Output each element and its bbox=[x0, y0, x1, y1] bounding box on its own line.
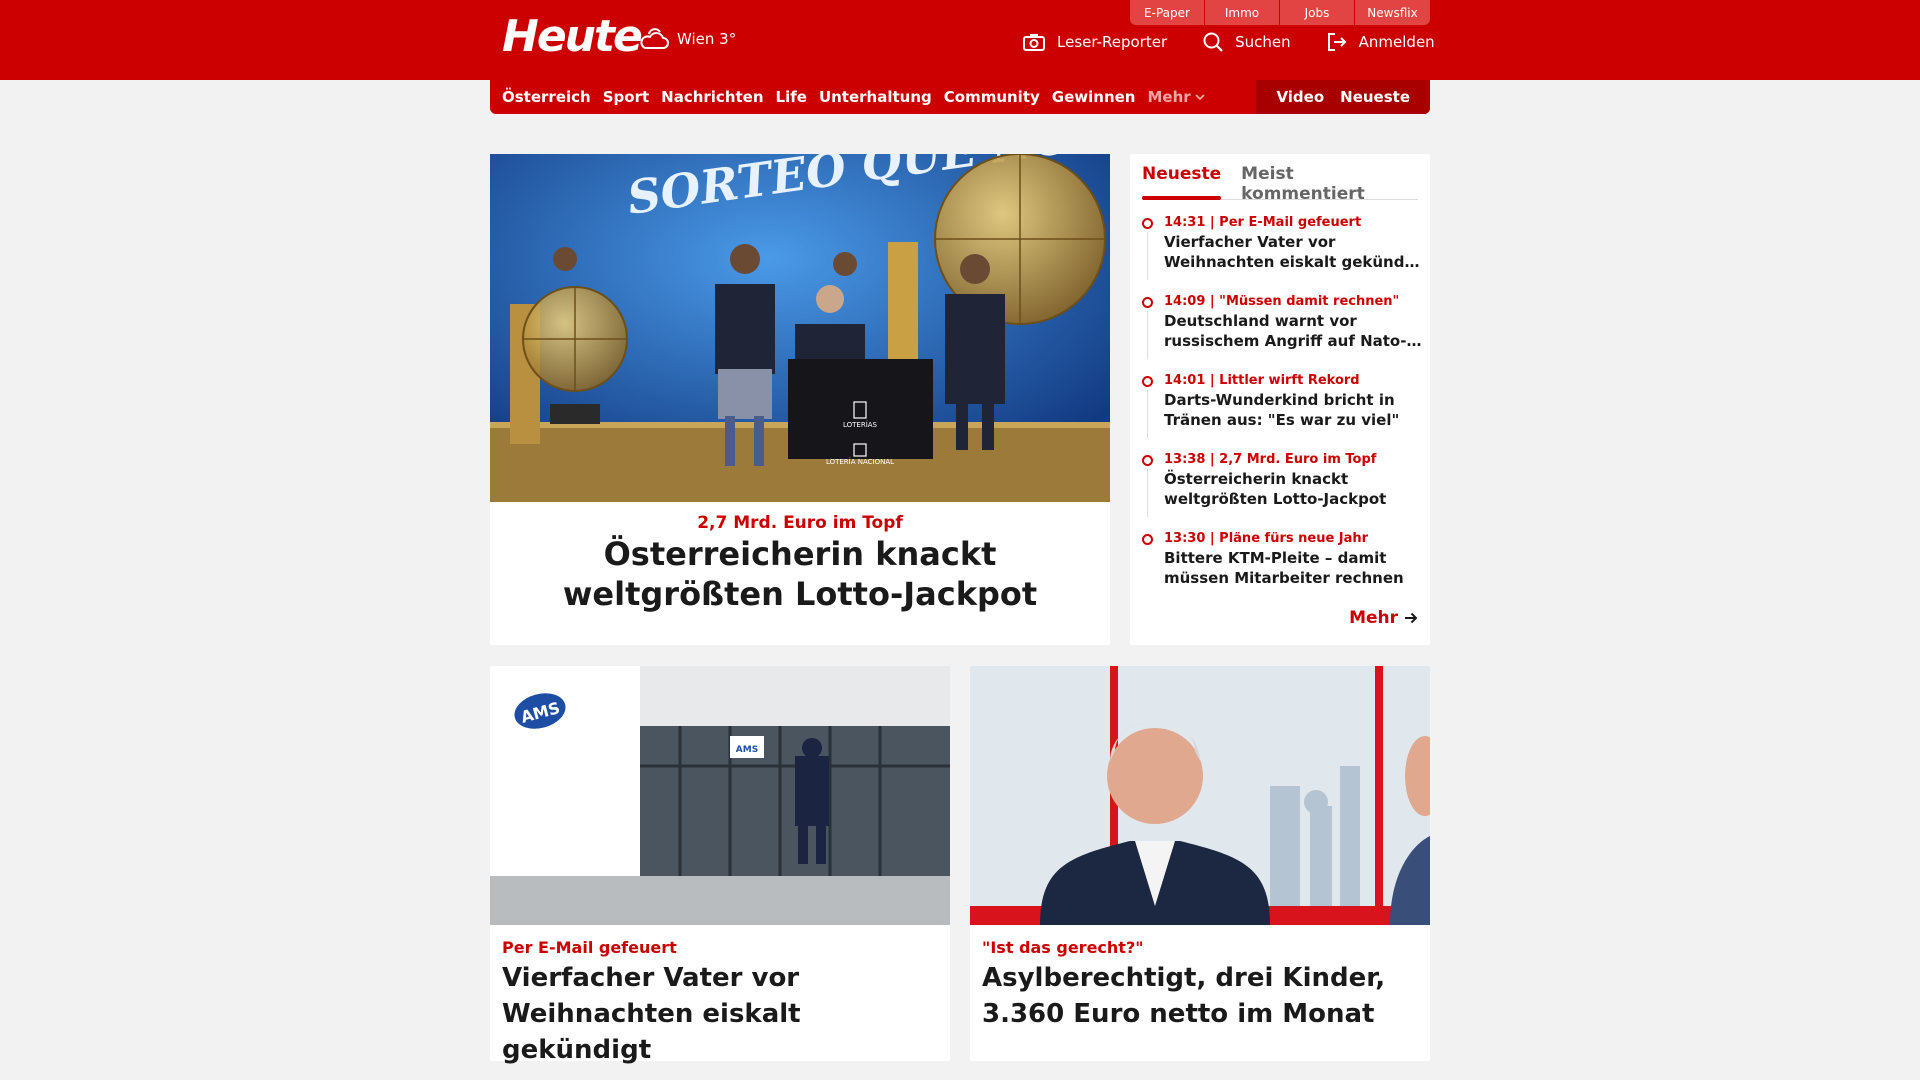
lottery-scene-illustration: SORTEO QUE NOS UNE bbox=[490, 154, 1110, 502]
article-image[interactable] bbox=[970, 666, 1430, 925]
timeline-dot-icon bbox=[1142, 455, 1153, 466]
list-item[interactable]: 14:09 | "Müssen damit rechnen" Deutschla… bbox=[1142, 293, 1422, 372]
timeline-dot-icon bbox=[1142, 376, 1153, 387]
nav-item-gewinnen[interactable]: Gewinnen bbox=[1052, 88, 1136, 106]
camera-icon bbox=[1023, 34, 1045, 51]
timeline-line bbox=[1147, 390, 1148, 438]
list-item[interactable]: 14:01 | Littler wirft Rekord Darts-Wunde… bbox=[1142, 372, 1422, 451]
chevron-down-icon bbox=[1195, 94, 1205, 101]
news-title[interactable]: russischem Angriff auf Nato-... bbox=[1164, 331, 1422, 351]
search-icon bbox=[1203, 32, 1223, 52]
sidebar-more-link[interactable]: Mehr bbox=[1349, 608, 1418, 628]
hero-title[interactable]: Österreicherin knackt weltgrößten Lotto-… bbox=[500, 534, 1100, 614]
main-nav: Österreich Sport Nachrichten Life Unterh… bbox=[490, 80, 1430, 114]
site-header: E-Paper Immo Jobs Newsflix Heute Wien 3°… bbox=[0, 0, 1920, 80]
tab-neueste[interactable]: Neueste bbox=[1142, 154, 1222, 200]
card-kicker[interactable]: Per E-Mail gefeuert bbox=[502, 938, 677, 957]
news-list: 14:31 | Per E-Mail gefeuert Vierfacher V… bbox=[1142, 214, 1422, 609]
more-label: Mehr bbox=[1349, 608, 1398, 628]
list-item[interactable]: 13:30 | Pläne fürs neue Jahr Bittere KTM… bbox=[1142, 530, 1422, 609]
search-button[interactable]: Suchen bbox=[1203, 32, 1291, 52]
news-title[interactable]: Bittere KTM-Pleite – damit bbox=[1164, 548, 1422, 568]
login-label: Anmelden bbox=[1358, 33, 1435, 51]
news-meta: 13:30 | Pläne fürs neue Jahr bbox=[1164, 531, 1369, 546]
news-title[interactable]: Deutschland warnt vor bbox=[1164, 311, 1422, 331]
ams-building-illustration: AMS AMS bbox=[490, 666, 950, 925]
top-links: E-Paper Immo Jobs Newsflix bbox=[1130, 0, 1430, 25]
article-card[interactable]: "Ist das gerecht?" Asylberechtigt, drei … bbox=[970, 666, 1430, 1061]
timeline-line bbox=[1147, 311, 1148, 359]
timeline-line bbox=[1147, 232, 1148, 280]
interview-illustration bbox=[970, 666, 1430, 925]
news-meta: 13:38 | 2,7 Mrd. Euro im Topf bbox=[1164, 452, 1377, 467]
nav-item-sport[interactable]: Sport bbox=[603, 88, 649, 106]
nav-item-oesterreich[interactable]: Österreich bbox=[502, 88, 591, 106]
weather-widget[interactable]: Wien 3° bbox=[639, 26, 736, 52]
ams-small-logo-text: AMS bbox=[736, 745, 758, 755]
leser-reporter-button[interactable]: Leser-Reporter bbox=[1023, 33, 1167, 51]
list-item[interactable]: 13:38 | 2,7 Mrd. Euro im Topf Österreich… bbox=[1142, 451, 1422, 530]
podium-text-2: LOTERÍA NACIONAL bbox=[826, 457, 894, 466]
card-kicker[interactable]: "Ist das gerecht?" bbox=[982, 938, 1144, 957]
cloud-sun-icon bbox=[640, 28, 669, 49]
nav-item-video[interactable]: Video bbox=[1276, 88, 1324, 106]
header-actions: Leser-Reporter Suchen Anmelden bbox=[1023, 32, 1435, 52]
article-card[interactable]: AMS AMS Per E-Mail gefeuert Vierfacher V… bbox=[490, 666, 950, 1065]
news-title[interactable]: Weihnachten eiskalt gekündigt bbox=[1164, 252, 1422, 272]
search-label: Suchen bbox=[1235, 33, 1291, 51]
weather-label: Wien 3° bbox=[677, 30, 737, 48]
news-meta: 14:31 | Per E-Mail gefeuert bbox=[1164, 215, 1362, 230]
list-item[interactable]: 14:31 | Per E-Mail gefeuert Vierfacher V… bbox=[1142, 214, 1422, 293]
card-title[interactable]: Vierfacher Vater vor Weihnachten eiskalt… bbox=[502, 960, 942, 1068]
nav-more-label: Mehr bbox=[1147, 88, 1191, 106]
nav-right: Video Neueste bbox=[1256, 80, 1430, 114]
news-title[interactable]: Österreicherin knackt bbox=[1164, 469, 1422, 489]
hero-image[interactable]: SORTEO QUE NOS UNE bbox=[490, 154, 1110, 502]
news-title[interactable]: Tränen aus: "Es war zu viel" bbox=[1164, 410, 1422, 430]
news-meta: 14:09 | "Müssen damit rechnen" bbox=[1164, 294, 1400, 309]
top-link-newsflix[interactable]: Newsflix bbox=[1355, 0, 1430, 25]
nav-item-unterhaltung[interactable]: Unterhaltung bbox=[819, 88, 932, 106]
card-title[interactable]: Asylberechtigt, drei Kinder, 3.360 Euro … bbox=[982, 960, 1422, 1032]
latest-news-sidebar: Neueste Meist kommentiert 14:31 | Per E-… bbox=[1130, 154, 1430, 645]
timeline-dot-icon bbox=[1142, 534, 1153, 545]
arrow-right-icon bbox=[1405, 612, 1418, 624]
podium-text-1: LOTERÍAS bbox=[843, 420, 878, 429]
tab-meist-kommentiert[interactable]: Meist kommentiert bbox=[1241, 154, 1398, 204]
news-title[interactable]: Darts-Wunderkind bricht in bbox=[1164, 390, 1422, 410]
nav-item-community[interactable]: Community bbox=[944, 88, 1040, 106]
hero-kicker[interactable]: 2,7 Mrd. Euro im Topf bbox=[490, 513, 1110, 533]
sidebar-tabs: Neueste Meist kommentiert bbox=[1142, 154, 1418, 204]
hero-article[interactable]: SORTEO QUE NOS UNE bbox=[490, 154, 1110, 645]
login-button[interactable]: Anmelden bbox=[1327, 32, 1435, 52]
news-title[interactable]: müssen Mitarbeiter rechnen bbox=[1164, 568, 1422, 588]
leser-reporter-label: Leser-Reporter bbox=[1057, 33, 1168, 51]
nav-more-dropdown[interactable]: Mehr bbox=[1147, 88, 1205, 106]
top-link-epaper[interactable]: E-Paper bbox=[1130, 0, 1205, 25]
timeline-line bbox=[1147, 469, 1148, 517]
site-logo[interactable]: Heute bbox=[502, 12, 643, 62]
news-meta: 14:01 | Littler wirft Rekord bbox=[1164, 373, 1360, 388]
timeline-dot-icon bbox=[1142, 218, 1153, 229]
nav-item-life[interactable]: Life bbox=[776, 88, 807, 106]
timeline-dot-icon bbox=[1142, 297, 1153, 308]
article-image[interactable]: AMS AMS bbox=[490, 666, 950, 925]
top-link-immo[interactable]: Immo bbox=[1205, 0, 1280, 25]
nav-item-neueste[interactable]: Neueste bbox=[1340, 88, 1410, 106]
top-link-jobs[interactable]: Jobs bbox=[1280, 0, 1355, 25]
login-icon bbox=[1327, 33, 1347, 51]
news-title[interactable]: weltgrößten Lotto-Jackpot bbox=[1164, 489, 1422, 509]
nav-item-nachrichten[interactable]: Nachrichten bbox=[661, 88, 763, 106]
news-title[interactable]: Vierfacher Vater vor bbox=[1164, 232, 1422, 252]
